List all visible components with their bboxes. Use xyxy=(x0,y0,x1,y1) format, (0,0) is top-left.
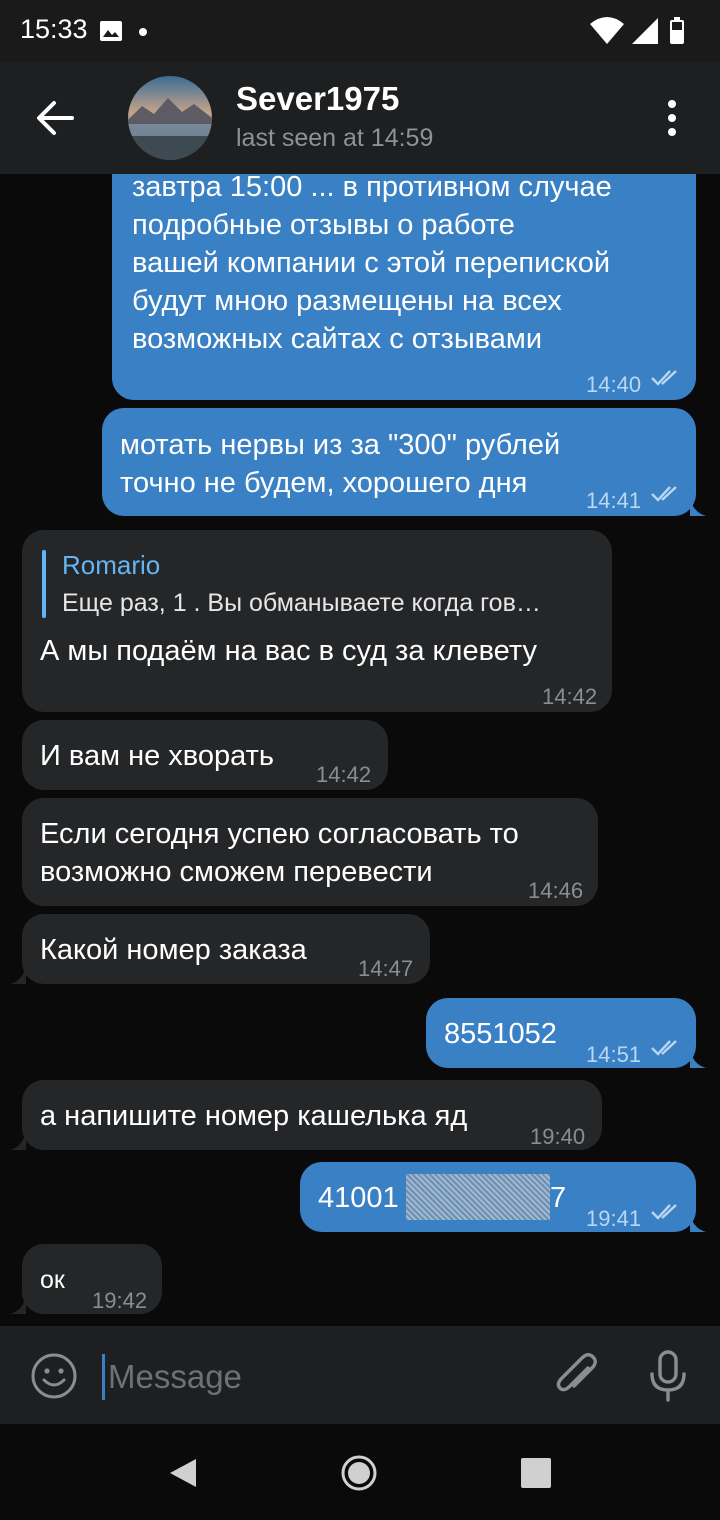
message-text-line: 7 xyxy=(550,1182,567,1214)
message-time: 19:40 xyxy=(530,1124,586,1149)
outgoing-message[interactable]: мотать нервы из за "300" рублей точно не… xyxy=(102,408,696,516)
message-text-line: А мы подаём на вас в суд за клевету xyxy=(40,635,537,667)
message-time: 14:51 xyxy=(586,1042,642,1067)
message-text-line: завтра 15:00 ... в противном случае xyxy=(132,174,612,203)
message-text-line: будут мною размещены на всех xyxy=(132,285,562,317)
status-bar: 15:33 xyxy=(0,0,720,62)
message-list[interactable]: завтра 15:00 ... в противном случае подр… xyxy=(0,174,720,1326)
system-status-icons xyxy=(590,17,684,44)
incoming-message[interactable]: Какой номер заказа 14:47 xyxy=(22,914,430,984)
message-time: 14:40 xyxy=(586,372,642,397)
message-time: 19:41 xyxy=(586,1206,642,1231)
reply-accent-bar xyxy=(42,550,46,618)
double-check-icon xyxy=(651,370,677,386)
outgoing-message[interactable]: 41001 7 19:41 xyxy=(300,1162,696,1232)
message-text-line: ок xyxy=(40,1266,65,1294)
message-text-line: 41001 xyxy=(318,1182,399,1214)
avatar[interactable] xyxy=(128,76,212,160)
nav-recents-icon[interactable] xyxy=(520,1457,552,1489)
bubble-tail xyxy=(690,496,706,516)
signal-icon xyxy=(632,18,658,44)
double-check-icon xyxy=(651,1040,677,1056)
system-navigation-bar xyxy=(0,1424,720,1520)
message-text-line: 8551052 xyxy=(444,1018,557,1050)
outgoing-message[interactable]: завтра 15:00 ... в противном случае подр… xyxy=(112,174,696,400)
message-input-bar: Message xyxy=(0,1326,720,1424)
attach-icon[interactable] xyxy=(552,1350,600,1402)
emoji-icon[interactable] xyxy=(30,1352,78,1400)
bubble-tail xyxy=(690,1212,706,1232)
message-time: 14:42 xyxy=(542,684,598,709)
double-check-icon xyxy=(651,1204,677,1220)
message-text-line: вашей компании с этой перепиской xyxy=(132,247,611,279)
chat-header: Sever1975 last seen at 14:59 xyxy=(0,62,720,174)
incoming-message[interactable]: а напишите номер кашелька яд 19:40 xyxy=(22,1080,602,1150)
message-text-line: Какой номер заказа xyxy=(40,934,307,966)
message-time: 19:42 xyxy=(92,1288,148,1313)
wifi-icon xyxy=(590,17,624,44)
chat-title[interactable]: Sever1975 xyxy=(236,80,399,118)
message-text-line: подробные отзывы о работе xyxy=(132,209,515,241)
last-seen-status: last seen at 14:59 xyxy=(236,124,434,152)
message-time: 14:46 xyxy=(528,878,584,903)
nav-home-icon[interactable] xyxy=(340,1454,378,1492)
battery-icon xyxy=(670,17,684,44)
message-time: 14:41 xyxy=(586,488,642,513)
message-text-line: мотать нервы из за "300" рублей xyxy=(120,429,561,461)
back-arrow-icon[interactable] xyxy=(34,98,76,138)
incoming-message[interactable]: Если сегодня успею согласовать то возмож… xyxy=(22,798,598,906)
incoming-message[interactable]: И вам не хворать 14:42 xyxy=(22,720,388,790)
message-time: 14:42 xyxy=(316,762,372,787)
incoming-message[interactable]: Romario Еще раз, 1 . Вы обманываете когд… xyxy=(22,530,612,712)
message-input-placeholder: Message xyxy=(108,1358,242,1395)
nav-back-icon[interactable] xyxy=(166,1456,200,1490)
notification-dot-icon xyxy=(139,28,147,36)
photo-icon xyxy=(100,21,122,41)
outgoing-message[interactable]: 8551052 14:51 xyxy=(426,998,696,1068)
bubble-tail xyxy=(10,1130,26,1150)
message-time: 14:47 xyxy=(358,956,414,981)
message-text-line: Если сегодня успею согласовать то xyxy=(40,818,519,850)
reply-sender-name: Romario xyxy=(62,550,161,580)
bubble-tail xyxy=(690,1048,706,1068)
mic-icon[interactable] xyxy=(646,1348,690,1404)
text-caret xyxy=(102,1354,105,1400)
status-time: 15:33 xyxy=(20,14,88,44)
message-text-line: И вам не хворать xyxy=(40,740,275,772)
incoming-message[interactable]: ок 19:42 xyxy=(22,1244,162,1314)
message-text-line: возможно сможем перевести xyxy=(40,856,433,888)
message-text-line: а напишите номер кашелька яд xyxy=(40,1100,468,1132)
bubble-tail xyxy=(10,1294,26,1314)
message-text-line: возможных сайтах с отзывами xyxy=(132,323,543,355)
reply-preview-text: Еще раз, 1 . Вы обманываете когда гов… xyxy=(62,589,541,617)
double-check-icon xyxy=(651,486,677,502)
redaction-block xyxy=(406,1174,550,1220)
more-vertical-icon[interactable] xyxy=(658,98,686,138)
bubble-tail xyxy=(10,964,26,984)
message-text-line: точно не будем, хорошего дня xyxy=(120,467,528,499)
